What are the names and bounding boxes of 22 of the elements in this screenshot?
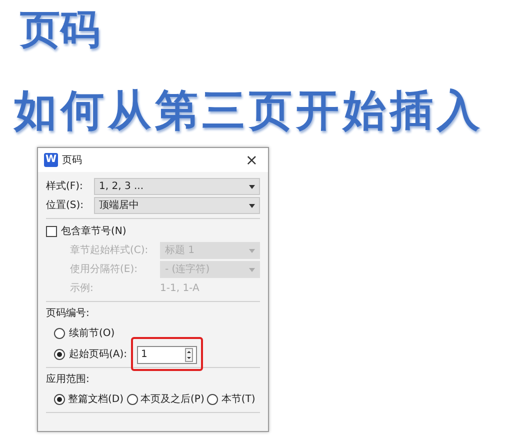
- number-spinner[interactable]: 1: [137, 346, 198, 364]
- checkbox-label: 包含章节号(N): [61, 224, 126, 239]
- radio-label: 本节(T): [221, 392, 256, 407]
- dropdown[interactable]: 1, 2, 3 ...: [94, 178, 260, 195]
- heading-subtitle: 如何从第三页开始插入: [14, 90, 485, 133]
- close-button[interactable]: ×: [241, 152, 262, 168]
- dropdown[interactable]: 顶端居中: [94, 197, 260, 214]
- field-label: 样式(F):: [46, 180, 84, 194]
- field-label: 章节起始样式(C):: [70, 244, 150, 258]
- example-label: 示例:: [70, 282, 94, 296]
- app-logo-icon: W: [44, 153, 58, 167]
- radio-label: 起始页码(A):: [69, 348, 128, 362]
- example-value: 1-1, 1-A: [160, 282, 200, 296]
- radio-label: 续前节(O): [69, 326, 115, 341]
- radio-label: 本页及之后(P): [140, 392, 204, 407]
- window-title: 页码: [62, 154, 83, 168]
- heading-title: 页码: [20, 10, 101, 50]
- radio-label: 整篇文档(D): [68, 392, 124, 407]
- section-heading: 页码编号:: [46, 306, 90, 321]
- section-heading: 应用范围:: [46, 372, 90, 387]
- field-label: 位置(S):: [46, 198, 85, 213]
- field-label: 使用分隔符(E):: [70, 263, 138, 277]
